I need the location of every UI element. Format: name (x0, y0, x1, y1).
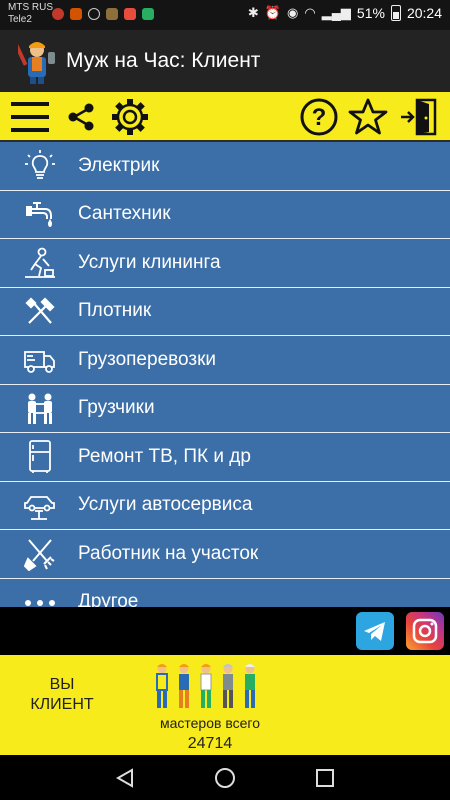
clock: 20:24 (406, 5, 442, 21)
bluetooth-icon: ✱ (247, 5, 259, 20)
status-right: ✱ ⏰ ◉ ◠ ▂▄▆ 51% 20:24 (248, 5, 442, 21)
service-item-cargo[interactable]: Грузоперевозки (0, 336, 450, 385)
truck-icon (22, 342, 58, 378)
service-label: Сантехник (78, 203, 171, 225)
notification-icon (88, 8, 100, 20)
service-label: Плотник (78, 300, 152, 322)
movers-icon (22, 391, 58, 427)
service-item-movers[interactable]: Грузчики (0, 385, 450, 433)
exit-button[interactable] (398, 96, 440, 138)
recents-button[interactable] (312, 765, 338, 791)
service-item-repair[interactable]: Ремонт ТВ, ПК и др (0, 433, 450, 482)
service-label: Работник на участок (78, 542, 259, 564)
gear-icon (112, 99, 148, 135)
lightbulb-icon (22, 148, 58, 184)
instagram-icon (412, 618, 438, 644)
carrier-name-1: MTS RUS (8, 2, 53, 13)
faucet-icon (22, 197, 58, 233)
help-button[interactable]: ? (298, 96, 340, 138)
footer: ВЫ КЛИЕНТ мастеров всего 24714 (0, 655, 450, 755)
recents-square-icon (316, 769, 334, 787)
service-item-other[interactable]: Другое (0, 579, 450, 608)
role-indicator[interactable]: ВЫ КЛИЕНТ (22, 675, 102, 715)
service-item-cleaning[interactable]: Услуги клининга (0, 239, 450, 288)
alarm-icon: ⏰ (264, 5, 282, 20)
cleaning-icon (22, 245, 58, 281)
back-triangle-icon (115, 768, 133, 788)
carrier-info: MTS RUS Tele2 (8, 2, 53, 26)
service-item-carpenter[interactable]: Плотник (0, 288, 450, 336)
settings-button[interactable] (109, 96, 151, 138)
service-label: Грузчики (78, 397, 155, 419)
notification-icon (106, 8, 118, 20)
hamburger-menu-icon (11, 102, 49, 132)
service-label: Грузоперевозки (78, 348, 217, 370)
notification-icon (142, 8, 154, 20)
more-dots-icon (22, 585, 58, 608)
tools-icon (22, 294, 58, 330)
signal-icon: ▂▄▆ (321, 5, 351, 20)
service-item-autoservice[interactable]: Услуги автосервиса (0, 482, 450, 530)
app-bar: Муж на Час: Клиент (0, 30, 450, 92)
battery-percent: 51% (356, 5, 385, 21)
service-item-plumber[interactable]: Сантехник (0, 191, 450, 239)
toolbar: ? (0, 92, 450, 142)
home-button[interactable] (212, 765, 238, 791)
menu-button[interactable] (10, 96, 52, 138)
telegram-icon (364, 622, 385, 641)
share-icon (68, 103, 94, 131)
battery-icon (390, 5, 401, 21)
role-line-1: ВЫ (49, 676, 75, 693)
back-button[interactable] (112, 765, 138, 791)
carrier-name-2: Tele2 (8, 14, 32, 25)
system-nav-bar (0, 755, 450, 800)
service-list: Электрик Сантехник Услуги клининга Плотн… (0, 142, 450, 607)
eye-icon: ◉ (287, 5, 299, 20)
help-icon: ? (300, 98, 338, 136)
service-label: Другое (78, 591, 139, 607)
star-icon (348, 98, 388, 135)
telegram-button[interactable] (356, 612, 394, 650)
svg-text:?: ? (312, 104, 327, 131)
mail-notification-icon (124, 8, 136, 20)
role-line-2: КЛИЕНТ (30, 696, 94, 713)
service-label: Электрик (78, 154, 160, 176)
notification-icon (52, 8, 64, 20)
exit-door-icon (401, 98, 437, 136)
wifi-icon: ◠ (304, 5, 316, 20)
service-item-garden-worker[interactable]: Работник на участок (0, 530, 450, 579)
notification-icon (70, 8, 82, 20)
workers-illustration-icon (156, 664, 255, 708)
car-lift-icon (22, 488, 58, 524)
service-item-electrician[interactable]: Электрик (0, 142, 450, 191)
share-button[interactable] (60, 96, 102, 138)
service-label: Ремонт ТВ, ПК и др (78, 445, 251, 467)
notification-icons (52, 8, 154, 20)
masters-label: мастеров всего (159, 715, 260, 731)
masters-count: 24714 (187, 735, 233, 752)
favorites-button[interactable] (347, 96, 389, 138)
service-label: Услуги автосервиса (78, 494, 253, 516)
fridge-icon (22, 439, 58, 475)
service-label: Услуги клининга (78, 251, 221, 273)
instagram-button[interactable] (406, 612, 444, 650)
status-bar: MTS RUS Tele2 ✱ ⏰ ◉ ◠ ▂▄▆ 51% 20:24 (0, 0, 450, 30)
handyman-logo-icon (18, 42, 55, 84)
app-title: Муж на Час: Клиент (66, 49, 261, 72)
home-circle-icon (215, 768, 235, 788)
shovel-rake-icon (22, 536, 58, 572)
